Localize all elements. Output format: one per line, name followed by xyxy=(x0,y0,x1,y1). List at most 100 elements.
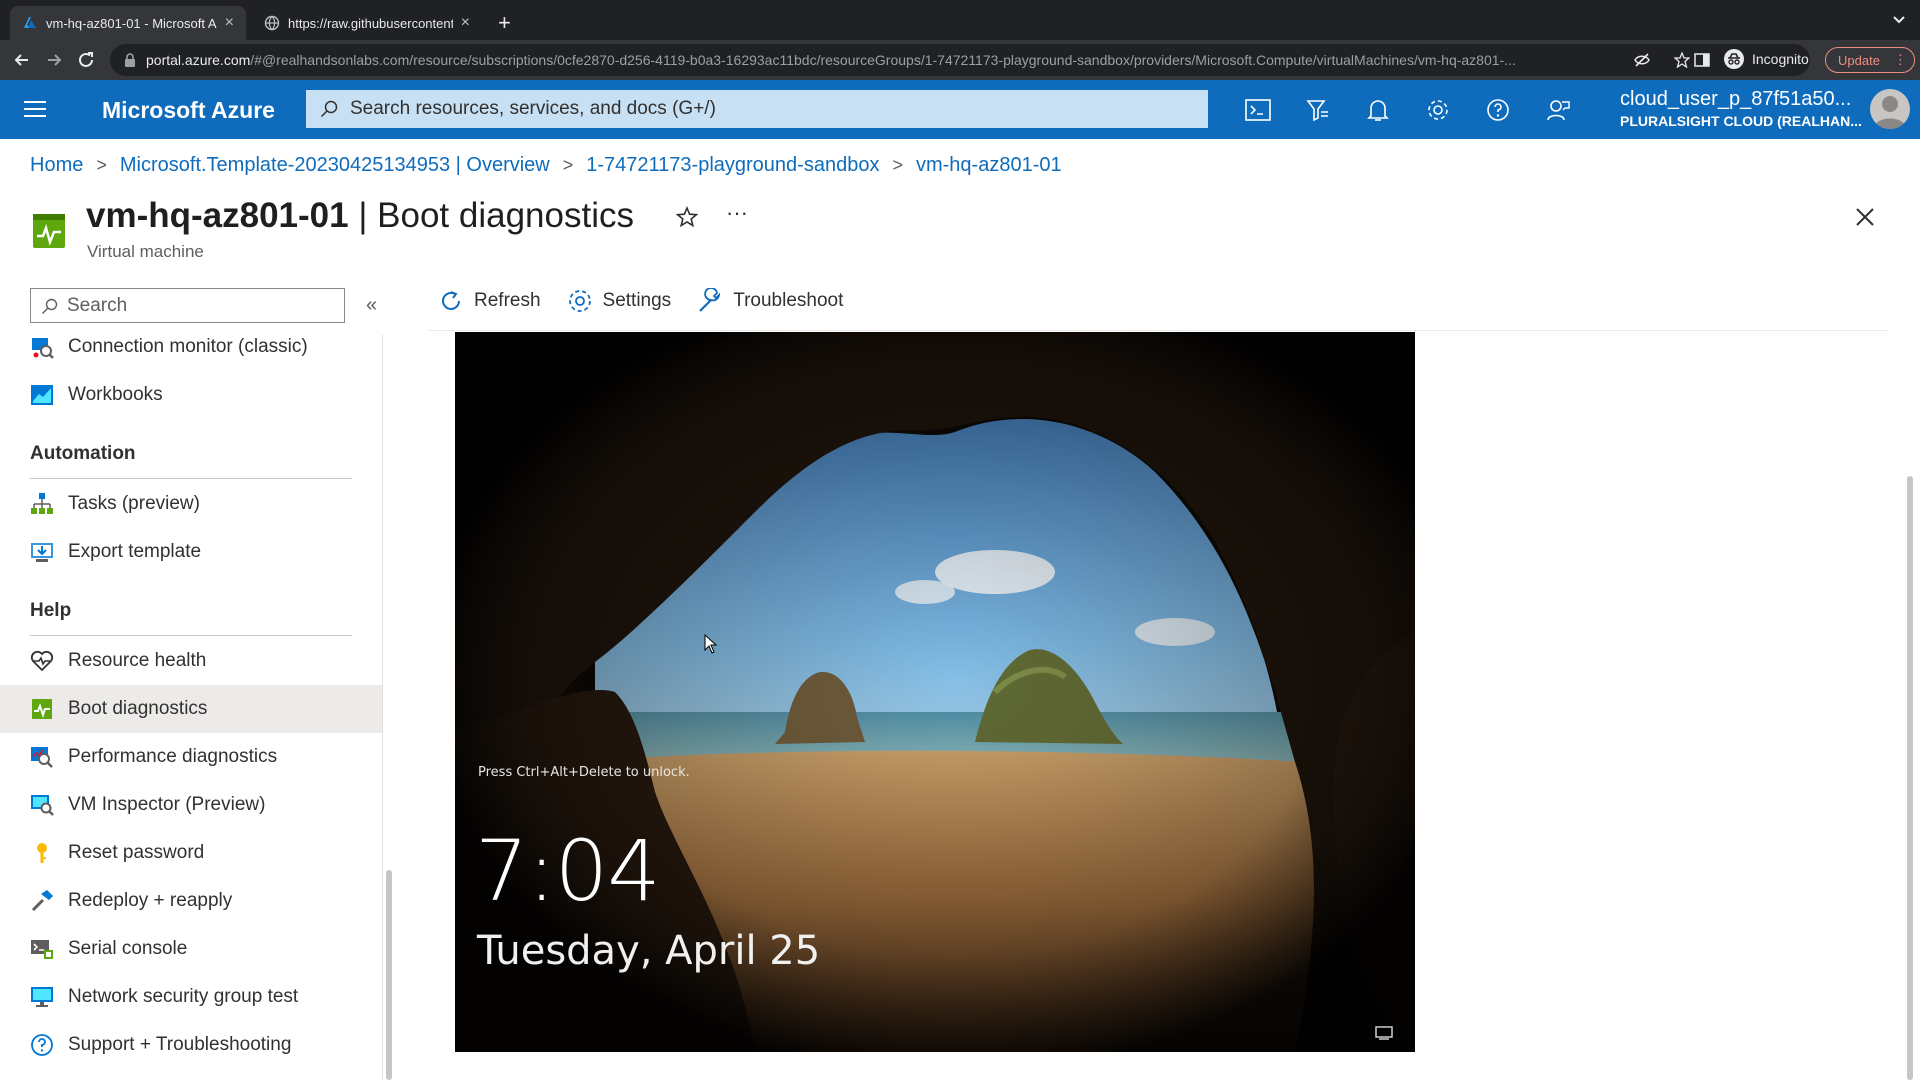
tab-search-chevron-icon[interactable] xyxy=(1892,12,1906,26)
accessibility-icon xyxy=(1375,1026,1393,1040)
bookmark-star-icon[interactable] xyxy=(1674,52,1690,68)
help-icon[interactable] xyxy=(1484,96,1512,124)
page-title-blade: Boot diagnostics xyxy=(377,196,634,235)
boot-screenshot: Press Ctrl+Alt+Delete to unlock. 7:04 Tu… xyxy=(455,332,1415,1052)
nav-scrollbar[interactable] xyxy=(386,870,392,1080)
settings-button[interactable]: Settings xyxy=(567,288,672,314)
breadcrumb-deployment[interactable]: Microsoft.Template-20230425134953 | Over… xyxy=(120,154,550,177)
gear-icon[interactable] xyxy=(1424,96,1452,124)
nav-item-connection-monitor[interactable]: Connection monitor (classic) xyxy=(0,323,383,371)
person-icon xyxy=(1874,96,1906,129)
nav-item-serial-console[interactable]: Serial console xyxy=(0,925,383,973)
export-template-icon xyxy=(31,543,53,562)
chevron-right-icon: > xyxy=(892,155,903,175)
key-icon xyxy=(37,843,47,863)
bell-icon[interactable] xyxy=(1364,96,1392,124)
browser-tab-title: vm-hq-az801-01 - Microsoft A xyxy=(46,15,217,31)
lockscreen-clock: 7:04 xyxy=(475,822,661,920)
kebab-menu-icon: ⋮ xyxy=(1893,52,1907,67)
browser-toolbar: portal.azure.com /#@realhandsonlabs.com/… xyxy=(0,40,1920,80)
nav-search-input[interactable]: Search xyxy=(30,288,345,323)
nav-item-reset-password[interactable]: Reset password xyxy=(0,829,383,877)
nav-item-boot-diagnostics[interactable]: Boot diagnostics xyxy=(0,685,383,733)
close-icon[interactable] xyxy=(1854,206,1876,228)
avatar[interactable] xyxy=(1870,89,1910,129)
incognito-indicator[interactable]: Incognito xyxy=(1724,49,1809,69)
browser-tab-strip: vm-hq-az801-01 - Microsoft A × https://r… xyxy=(0,0,1920,40)
browser-tab-github[interactable]: https://raw.githubusercontent. × xyxy=(252,6,482,40)
azure-favicon-icon xyxy=(24,17,36,28)
workbooks-icon xyxy=(31,385,53,405)
troubleshoot-button[interactable]: Troubleshoot xyxy=(697,288,843,314)
more-options-button[interactable]: ··· xyxy=(726,200,748,226)
nav-item-label: Boot diagnostics xyxy=(68,698,208,719)
breadcrumb-vm[interactable]: vm-hq-az801-01 xyxy=(916,154,1062,177)
breadcrumb-home[interactable]: Home xyxy=(30,154,83,177)
refresh-label: Refresh xyxy=(474,290,541,311)
browser-tab-azure[interactable]: vm-hq-az801-01 - Microsoft A × xyxy=(10,6,246,40)
refresh-icon xyxy=(442,291,460,310)
hamburger-menu-icon[interactable] xyxy=(24,100,46,118)
nav-item-label: Performance diagnostics xyxy=(68,746,278,767)
favorite-star-icon[interactable] xyxy=(676,206,698,228)
back-arrow-icon[interactable] xyxy=(12,50,32,70)
omnibox-icons xyxy=(1634,52,1690,68)
chevron-right-icon: > xyxy=(96,155,107,175)
url-bar[interactable]: portal.azure.com /#@realhandsonlabs.com/… xyxy=(110,44,1810,76)
settings-label: Settings xyxy=(602,290,672,311)
command-bar-divider xyxy=(428,330,1888,331)
boot-diagnostics-icon xyxy=(32,699,52,719)
nav-item-nsg-test[interactable]: Network security group test xyxy=(0,973,383,1021)
page-subtitle: Virtual machine xyxy=(87,242,204,261)
header-icons xyxy=(1244,96,1572,124)
serial-console-icon xyxy=(31,940,53,959)
side-panel-icon[interactable] xyxy=(1694,52,1710,68)
nav-item-label: Connection monitor (classic) xyxy=(68,336,308,357)
account-info[interactable]: cloud_user_p_87f51a50... PLURALSIGHT CLO… xyxy=(1620,88,1862,129)
page-title-resource: vm-hq-az801-01 xyxy=(86,196,349,235)
incognito-label: Incognito xyxy=(1752,51,1809,67)
forward-arrow-icon[interactable] xyxy=(44,50,64,70)
breadcrumb-resource-group[interactable]: 1-74721173-playground-sandbox xyxy=(586,154,879,177)
question-icon xyxy=(31,1034,53,1056)
refresh-button[interactable]: Refresh xyxy=(438,288,541,314)
azure-top-bar: Microsoft Azure Search resources, servic… xyxy=(0,80,1920,139)
global-search-input[interactable]: Search resources, services, and docs (G+… xyxy=(306,90,1208,128)
new-tab-button[interactable]: + xyxy=(498,10,511,36)
globe-icon xyxy=(264,15,280,31)
nav-item-support[interactable]: Support + Troubleshooting xyxy=(0,1021,383,1069)
cloud-shell-icon[interactable] xyxy=(1244,96,1272,124)
tasks-icon xyxy=(31,493,53,514)
nav-item-redeploy[interactable]: Redeploy + reapply xyxy=(0,877,383,925)
nav-item-label: Network security group test xyxy=(68,986,299,1007)
nav-item-label: Redeploy + reapply xyxy=(68,890,233,911)
breadcrumb: Home > Microsoft.Template-20230425134953… xyxy=(30,154,1062,177)
close-tab-icon[interactable]: × xyxy=(461,14,470,32)
nav-divider xyxy=(30,478,352,479)
collapse-nav-button[interactable]: « xyxy=(366,294,377,317)
page-scrollbar[interactable] xyxy=(1907,476,1913,1080)
global-search-placeholder: Search resources, services, and docs (G+… xyxy=(350,98,716,119)
nav-item-vm-inspector[interactable]: VM Inspector (Preview) xyxy=(0,781,383,829)
azure-brand[interactable]: Microsoft Azure xyxy=(102,97,275,124)
search-icon xyxy=(320,100,338,118)
nav-item-label: VM Inspector (Preview) xyxy=(68,794,266,815)
nav-item-resource-health[interactable]: Resource health xyxy=(0,637,383,685)
nav-item-workbooks[interactable]: Workbooks xyxy=(0,371,383,419)
user-tenant: PLURALSIGHT CLOUD (REALHAN... xyxy=(1620,113,1862,129)
close-tab-icon[interactable]: × xyxy=(225,14,234,32)
nav-search-placeholder: Search xyxy=(67,294,128,316)
hammer-icon xyxy=(31,890,53,912)
directory-filter-icon[interactable] xyxy=(1304,96,1332,124)
nav-item-tasks[interactable]: Tasks (preview) xyxy=(0,480,383,528)
reload-icon[interactable] xyxy=(76,50,96,70)
update-button[interactable]: Update ⋮ xyxy=(1825,47,1915,73)
vm-inspector-icon xyxy=(31,795,54,816)
nav-item-performance-diagnostics[interactable]: Performance diagnostics xyxy=(0,733,383,781)
nav-item-label: Resource health xyxy=(68,650,207,671)
eye-off-icon[interactable] xyxy=(1634,52,1650,68)
feedback-icon[interactable] xyxy=(1544,96,1572,124)
nav-item-export-template[interactable]: Export template xyxy=(0,528,383,576)
nav-item-label: Serial console xyxy=(68,938,188,959)
connection-monitor-icon xyxy=(32,338,54,359)
